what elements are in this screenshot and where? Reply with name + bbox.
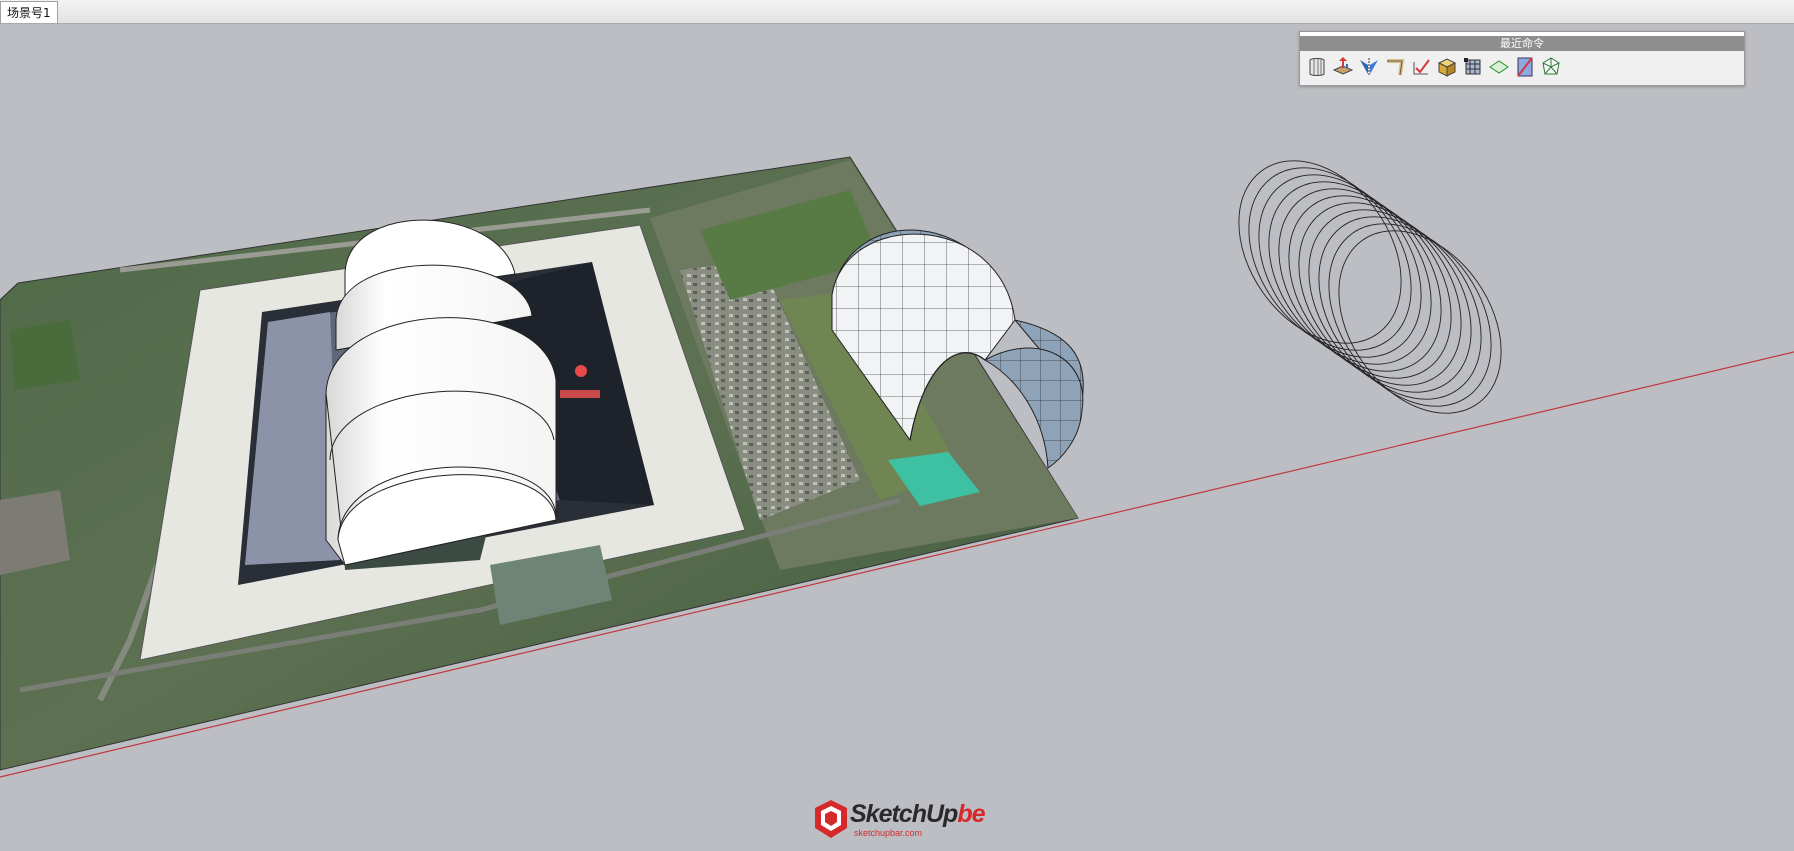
recent-commands-toolbar[interactable]: 最近命令 (1299, 31, 1745, 86)
box-solid-icon[interactable] (1434, 54, 1459, 79)
slice-plane-icon[interactable] (1512, 54, 1537, 79)
toolbar-button-row (1300, 51, 1744, 82)
tab-scene-1[interactable]: 场景号1 (0, 1, 58, 23)
shell-extrude-icon[interactable] (1304, 54, 1329, 79)
scene-tab-bar: 场景号1 (0, 0, 1794, 24)
mirror-icon[interactable] (1356, 54, 1381, 79)
toolbar-title[interactable]: 最近命令 (1300, 36, 1744, 51)
wireframe-cylinder-model[interactable] (1205, 130, 1534, 444)
mesh-grid-icon[interactable] (1460, 54, 1485, 79)
push-pull-icon[interactable] (1330, 54, 1355, 79)
check-edges-icon[interactable] (1408, 54, 1433, 79)
watermark-brand-text: SketchUpbe (850, 800, 986, 828)
model-canvas[interactable] (0, 24, 1794, 851)
bend-icon[interactable] (1382, 54, 1407, 79)
3d-viewport[interactable]: 场景号1 最近命令 SketchUpbe sketchupbar.com (0, 0, 1794, 851)
wire-solid-icon[interactable] (1538, 54, 1563, 79)
face-flat-icon[interactable] (1486, 54, 1511, 79)
watermark-url: sketchupbar.com (854, 828, 923, 838)
sketchup-logo-icon (815, 800, 847, 838)
sketchupbar-watermark: SketchUpbe sketchupbar.com (812, 796, 986, 844)
